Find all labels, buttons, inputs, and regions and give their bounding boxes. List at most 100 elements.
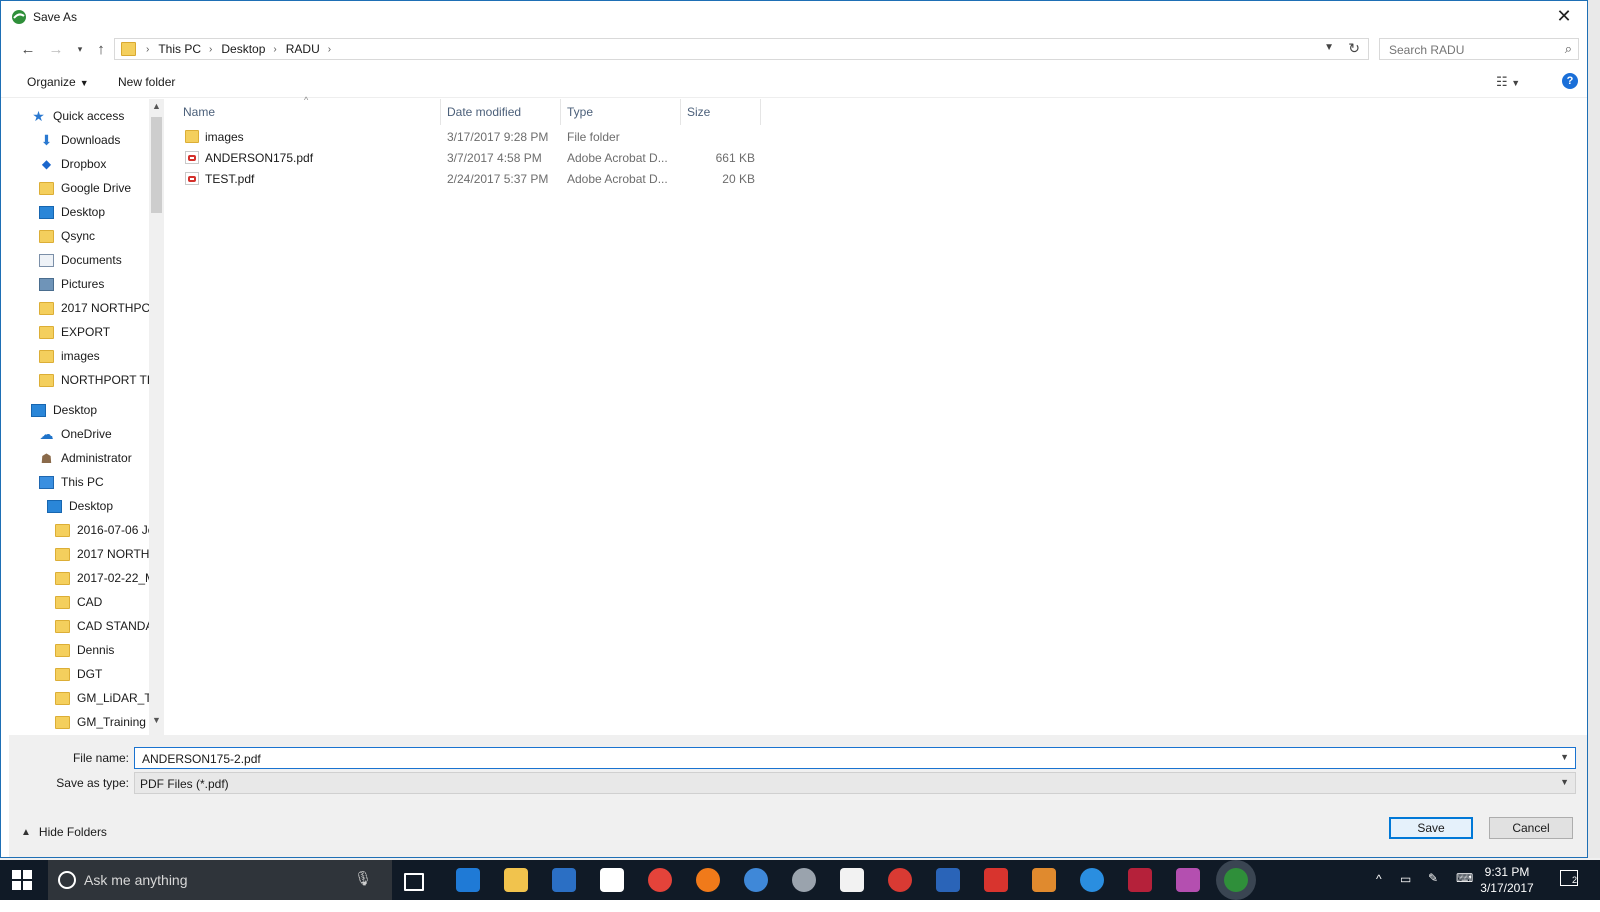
breadcrumb-separator-icon[interactable]: ›: [209, 44, 212, 55]
save-as-type-select[interactable]: PDF Files (*.pdf) ▼: [134, 772, 1576, 794]
navigation-row: ← → ▾ ↑ › This PC › Desktop › RADU › ▼ ↻…: [1, 35, 1587, 63]
notification-center-icon[interactable]: 2: [1560, 870, 1578, 886]
nav-item[interactable]: EXPORT: [9, 321, 163, 343]
search-box[interactable]: ⌕: [1379, 38, 1579, 60]
nav-item-label: Downloads: [61, 133, 121, 147]
column-header-name[interactable]: Name ^: [177, 95, 441, 125]
start-button[interactable]: [12, 870, 32, 890]
file-name-box[interactable]: ▼: [134, 747, 1576, 769]
organize-button[interactable]: Organize ▼: [27, 75, 89, 89]
outlook-icon[interactable]: [552, 868, 576, 892]
task-view-icon[interactable]: [404, 873, 424, 891]
google-earth-icon[interactable]: [744, 868, 768, 892]
viewer-app-icon[interactable]: [1032, 868, 1056, 892]
column-header-type[interactable]: Type: [561, 99, 681, 125]
breadcrumb-desktop[interactable]: Desktop: [221, 42, 265, 56]
breadcrumb-radu[interactable]: RADU: [286, 42, 320, 56]
scroll-down-icon[interactable]: ▼: [152, 715, 161, 725]
nav-item[interactable]: 2016-07-06 Jones: [9, 519, 163, 541]
layers-app-icon[interactable]: [1128, 868, 1152, 892]
store-apps-icon[interactable]: [600, 868, 624, 892]
cancel-button[interactable]: Cancel: [1489, 817, 1573, 839]
globe-app-icon[interactable]: [792, 868, 816, 892]
battery-icon[interactable]: ▭: [1400, 872, 1411, 912]
active-app-icon[interactable]: [1224, 868, 1248, 892]
nav-item-label: Dennis: [77, 643, 115, 657]
change-view-button[interactable]: ☷ ▼: [1496, 74, 1520, 90]
pc-app-icon[interactable]: [936, 868, 960, 892]
search-input[interactable]: [1387, 42, 1551, 58]
nav-item[interactable]: This PC: [9, 471, 163, 493]
file-name-label: File name:: [72, 751, 129, 765]
edge-browser-icon[interactable]: [456, 868, 480, 892]
back-button[interactable]: ←: [17, 38, 39, 60]
navigation-pane-scrollbar[interactable]: ▲ ▼: [149, 99, 164, 735]
file-type-cell: File folder: [567, 129, 620, 144]
scrollbar-thumb[interactable]: [151, 117, 162, 213]
address-dropdown-icon[interactable]: ▼: [1324, 42, 1334, 53]
new-folder-button[interactable]: New folder: [118, 75, 175, 89]
forward-button[interactable]: →: [45, 38, 67, 60]
pen-icon[interactable]: ✎: [1428, 871, 1438, 911]
nav-item[interactable]: 2017 NORTHPORT: [9, 297, 163, 319]
address-bar[interactable]: › This PC › Desktop › RADU › ▼ ↻: [114, 38, 1369, 60]
nav-item[interactable]: Desktop: [9, 495, 163, 517]
keyboard-icon[interactable]: ⌨: [1456, 871, 1473, 911]
firefox-icon[interactable]: [696, 868, 720, 892]
breadcrumb-separator-icon[interactable]: ›: [328, 44, 331, 55]
nav-item[interactable]: Dennis: [9, 639, 163, 661]
cortana-search-box[interactable]: Ask me anything 🎙: [48, 860, 392, 900]
nav-item[interactable]: Desktop📌: [9, 201, 163, 223]
file-row[interactable]: images 3/17/2017 9:28 PM File folder: [177, 126, 747, 147]
chevron-down-icon[interactable]: ▼: [1560, 752, 1569, 762]
chevron-down-icon: ▾: [77, 43, 83, 54]
nav-item[interactable]: 2017-02-22_Map: [9, 567, 163, 589]
file-row[interactable]: TEST.pdf 2/24/2017 5:37 PM Adobe Acrobat D…: [177, 168, 755, 189]
cortana-placeholder: Ask me anything: [84, 872, 188, 888]
help-button[interactable]: ?: [1562, 73, 1578, 89]
nav-item[interactable]: NORTHPORT TITLE: [9, 369, 163, 391]
nav-item[interactable]: ⬇Downloads📌: [9, 129, 163, 151]
nav-item[interactable]: GM_Training: [9, 711, 163, 733]
nav-item[interactable]: DGT: [9, 663, 163, 685]
scroll-up-icon[interactable]: ▲: [152, 101, 161, 111]
nav-item[interactable]: Google Drive📌: [9, 177, 163, 199]
chrome-icon[interactable]: [648, 868, 672, 892]
navigation-pane[interactable]: ★Quick access⬇Downloads📌◆Dropbox📌Google …: [9, 99, 163, 735]
close-button[interactable]: ✕: [1541, 1, 1587, 31]
microphone-icon[interactable]: 🎙: [354, 870, 372, 887]
save-button[interactable]: Save: [1389, 817, 1473, 839]
file-name-input[interactable]: [140, 751, 1544, 767]
sketchup-icon[interactable]: [984, 868, 1008, 892]
nav-item[interactable]: 2017 NORTHPORT: [9, 543, 163, 565]
nav-item[interactable]: Desktop: [9, 399, 163, 421]
nav-item[interactable]: CAD: [9, 591, 163, 613]
nav-item[interactable]: ☁ OneDrive: [9, 423, 163, 445]
store-bag-icon[interactable]: [840, 868, 864, 892]
internet-explorer-icon[interactable]: [1080, 868, 1104, 892]
breadcrumb-separator-icon[interactable]: ›: [273, 44, 276, 55]
column-header-size[interactable]: Size: [681, 99, 761, 125]
breadcrumb-this-pc[interactable]: This PC: [158, 42, 201, 56]
nav-item[interactable]: Pictures📌: [9, 273, 163, 295]
nav-item[interactable]: ☗ Administrator: [9, 447, 163, 469]
nav-item[interactable]: Documents📌: [9, 249, 163, 271]
nav-item[interactable]: ◆Dropbox📌: [9, 153, 163, 175]
taskbar-clock[interactable]: 9:31 PM 3/17/2017: [1472, 864, 1542, 896]
nav-item[interactable]: GM_LiDAR_Tiles: [9, 687, 163, 709]
nav-item[interactable]: CAD STANDARDS: [9, 615, 163, 637]
recent-locations-button[interactable]: ▾: [69, 38, 91, 60]
refresh-icon[interactable]: ↻: [1348, 40, 1360, 57]
column-header-date-modified[interactable]: Date modified: [441, 99, 561, 125]
nav-item[interactable]: ★ Quick access: [9, 105, 163, 127]
file-explorer-icon[interactable]: [504, 868, 528, 892]
nav-item[interactable]: Qsync📌: [9, 225, 163, 247]
file-type-cell: Adobe Acrobat D...: [567, 150, 668, 165]
qt-app-icon[interactable]: [1176, 868, 1200, 892]
compass-app-icon[interactable]: [888, 868, 912, 892]
nav-item[interactable]: images: [9, 345, 163, 367]
up-button[interactable]: ↑: [90, 38, 112, 60]
show-hidden-icons[interactable]: ^: [1376, 872, 1382, 912]
file-row[interactable]: ANDERSON175.pdf 3/7/2017 4:58 PM Adobe Acr…: [177, 147, 755, 168]
hide-folders-button[interactable]: ▲ Hide Folders: [21, 825, 107, 839]
